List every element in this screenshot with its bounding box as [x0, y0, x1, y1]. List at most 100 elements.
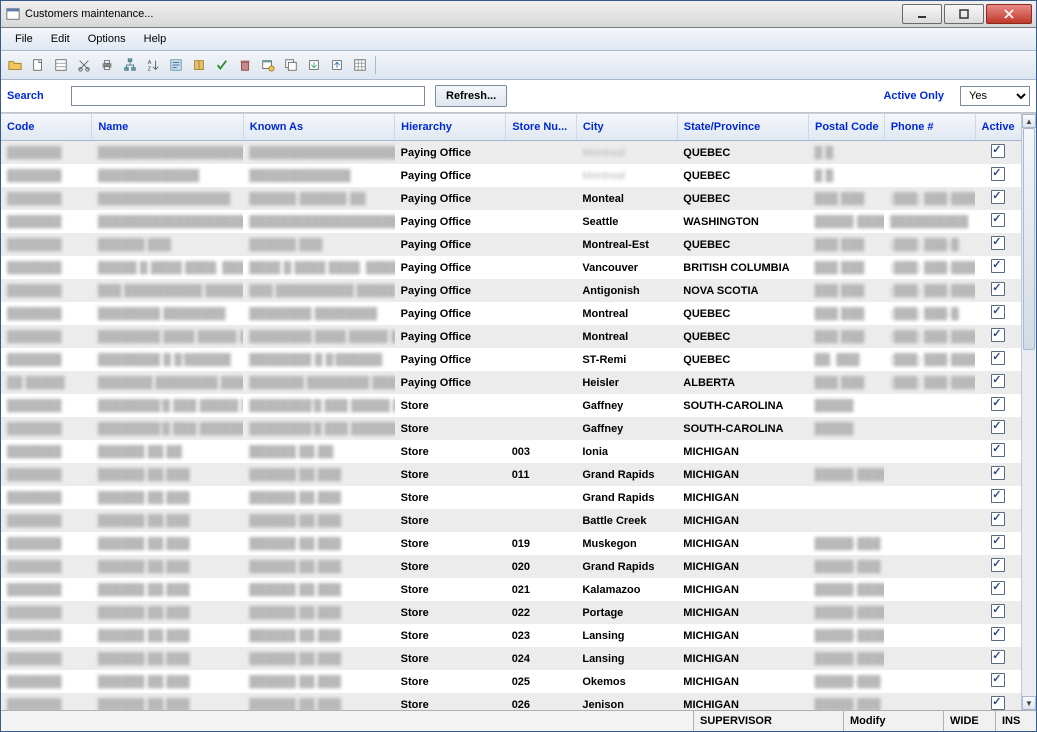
maximize-button[interactable] — [944, 4, 984, 24]
sheet-icon[interactable] — [51, 55, 71, 75]
active-checkbox[interactable] — [991, 489, 1005, 503]
print-icon[interactable] — [97, 55, 117, 75]
grid-icon[interactable] — [350, 55, 370, 75]
active-checkbox[interactable] — [991, 696, 1005, 710]
table-row[interactable]: █████████████ ██.█████████ ██.███StoreBa… — [1, 509, 1022, 532]
table-row[interactable]: █████████████ ██.████████ ██.██Store003I… — [1, 440, 1022, 463]
menu-options[interactable]: Options — [80, 31, 134, 47]
cell-postal: █████-████ — [809, 210, 885, 233]
active-checkbox[interactable] — [991, 374, 1005, 388]
active-checkbox[interactable] — [991, 627, 1005, 641]
table-row[interactable]: ████████████████████████████████████████… — [1, 141, 1022, 165]
window-new-icon[interactable] — [258, 55, 278, 75]
table-row[interactable]: ███████████████'█ ███ ████████████████'█… — [1, 417, 1022, 440]
active-checkbox[interactable] — [991, 512, 1005, 526]
vertical-scrollbar[interactable]: ▲ ▼ — [1021, 114, 1036, 710]
table-row[interactable]: █████████████ ██.█████████ ██.███Store02… — [1, 601, 1022, 624]
filter-icon[interactable] — [166, 55, 186, 75]
table-row[interactable]: ██ ████████████ ████████ ██████ ████████… — [1, 371, 1022, 394]
table-row[interactable]: █████████████ ██.█████████ ██.███Store02… — [1, 578, 1022, 601]
active-checkbox[interactable] — [991, 673, 1005, 687]
active-checkbox[interactable] — [991, 213, 1005, 227]
scroll-thumb[interactable] — [1023, 128, 1035, 350]
col-store-no[interactable]: Store Nu... — [506, 114, 577, 141]
col-state[interactable]: State/Province — [677, 114, 808, 141]
table-row[interactable]: █████████████ ██.█████████ ██.███Store01… — [1, 532, 1022, 555]
active-checkbox[interactable] — [991, 167, 1005, 181]
active-checkbox[interactable] — [991, 443, 1005, 457]
active-checkbox[interactable] — [991, 604, 1005, 618]
active-checkbox[interactable] — [991, 558, 1005, 572]
toolbar: AZ — [1, 51, 1036, 80]
search-input[interactable] — [71, 86, 425, 106]
active-checkbox[interactable] — [991, 351, 1005, 365]
scroll-down-icon[interactable]: ▼ — [1022, 696, 1036, 710]
trash-icon[interactable] — [235, 55, 255, 75]
table-row[interactable]: █████████████ █████████ ███Paying Office… — [1, 233, 1022, 256]
table-row[interactable]: ████████████████████████████████████████… — [1, 210, 1022, 233]
cell-postal: █ █ — [809, 141, 885, 165]
cell-state: QUEBEC — [677, 348, 808, 371]
cell-code: ███████ — [1, 463, 92, 486]
active-checkbox[interactable] — [991, 466, 1005, 480]
cell-store-no — [506, 509, 577, 532]
col-code[interactable]: Code — [1, 114, 92, 141]
table-row[interactable]: █████████████ ██.█████████ ██.███StoreGr… — [1, 486, 1022, 509]
table-row[interactable]: █████████████ ██.█████████ ██.███Store02… — [1, 555, 1022, 578]
cell-store-no — [506, 187, 577, 210]
active-checkbox[interactable] — [991, 650, 1005, 664]
table-row[interactable]: █████████████ ██.█████████ ██.███Store02… — [1, 647, 1022, 670]
active-checkbox[interactable] — [991, 144, 1005, 158]
minimize-button[interactable] — [902, 4, 942, 24]
refresh-button[interactable]: Refresh... — [435, 85, 507, 107]
cell-phone — [884, 578, 975, 601]
active-checkbox[interactable] — [991, 305, 1005, 319]
menu-edit[interactable]: Edit — [43, 31, 78, 47]
open-folder-icon[interactable] — [5, 55, 25, 75]
active-checkbox[interactable] — [991, 282, 1005, 296]
col-city[interactable]: City — [576, 114, 677, 141]
table-row[interactable]: ██████████████████████████████-██████-██… — [1, 187, 1022, 210]
table-row[interactable]: ███████████████'█ ███ █████ ████████████… — [1, 394, 1022, 417]
data-grid[interactable]: Code Name Known As Hierarchy Store Nu...… — [1, 113, 1036, 710]
active-checkbox[interactable] — [991, 420, 1005, 434]
active-checkbox[interactable] — [991, 397, 1005, 411]
active-checkbox[interactable] — [991, 190, 1005, 204]
table-row[interactable]: ████████████ █ ████ ████. █████████ █ ██… — [1, 256, 1022, 279]
cell-hierarchy: Paying Office — [395, 348, 506, 371]
table-row[interactable]: ██████████ ██████████ ████████ █████████… — [1, 279, 1022, 302]
table-row[interactable]: █████████████ ██.█████████ ██.███Store01… — [1, 463, 1022, 486]
apply-icon[interactable] — [212, 55, 232, 75]
menu-help[interactable]: Help — [136, 31, 175, 47]
table-row[interactable]: ███████████████ ████ █████-█████-███████… — [1, 325, 1022, 348]
col-name[interactable]: Name — [92, 114, 243, 141]
menu-file[interactable]: File — [7, 31, 41, 47]
col-postal[interactable]: Postal Code — [809, 114, 885, 141]
active-checkbox[interactable] — [991, 328, 1005, 342]
export-icon[interactable] — [304, 55, 324, 75]
active-checkbox[interactable] — [991, 236, 1005, 250]
book-icon[interactable] — [189, 55, 209, 75]
hierarchy-icon[interactable] — [120, 55, 140, 75]
col-phone[interactable]: Phone # — [884, 114, 975, 141]
active-checkbox[interactable] — [991, 259, 1005, 273]
window-copy-icon[interactable] — [281, 55, 301, 75]
close-button[interactable] — [986, 4, 1032, 24]
cut-icon[interactable] — [74, 55, 94, 75]
table-row[interactable]: █████████████ ██.█████████ ██.███Store02… — [1, 693, 1022, 710]
scroll-up-icon[interactable]: ▲ — [1022, 114, 1036, 128]
import-icon[interactable] — [327, 55, 347, 75]
active-checkbox[interactable] — [991, 581, 1005, 595]
table-row[interactable]: ███████████████ ████████████████ ███████… — [1, 302, 1022, 325]
table-row[interactable]: █████████████ ██.█████████ ██.███Store02… — [1, 670, 1022, 693]
table-row[interactable]: █████████████████████████████████Paying … — [1, 164, 1022, 187]
active-only-select[interactable]: Yes — [960, 86, 1030, 106]
table-row[interactable]: ███████████████ █ █'██████████████ █ █'█… — [1, 348, 1022, 371]
col-active[interactable]: Active — [975, 114, 1021, 141]
col-known-as[interactable]: Known As — [243, 114, 394, 141]
new-doc-icon[interactable] — [28, 55, 48, 75]
col-hierarchy[interactable]: Hierarchy — [395, 114, 506, 141]
sort-icon[interactable]: AZ — [143, 55, 163, 75]
table-row[interactable]: █████████████ ██.█████████ ██.███Store02… — [1, 624, 1022, 647]
active-checkbox[interactable] — [991, 535, 1005, 549]
